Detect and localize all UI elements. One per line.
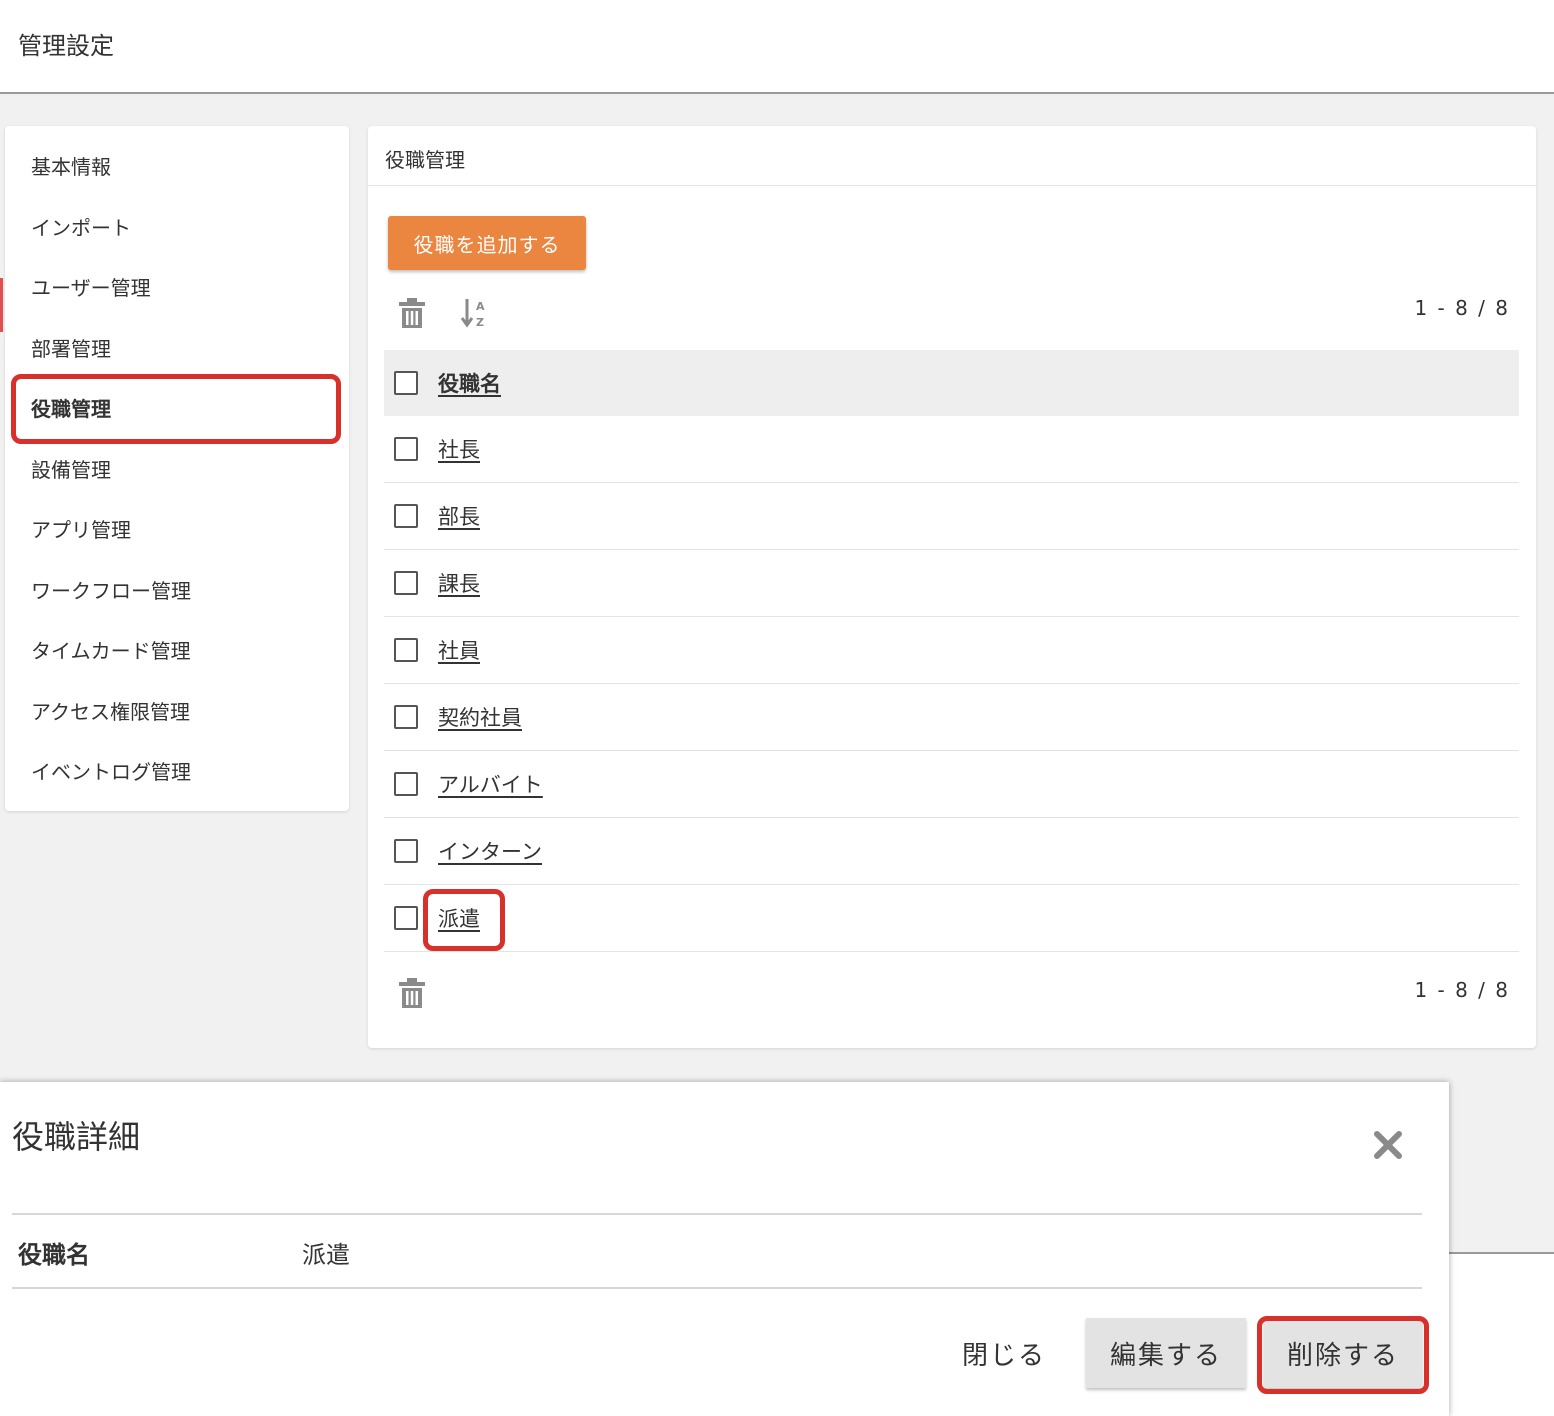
table-row: 契約社員 — [384, 684, 1519, 751]
panel-header: 役職管理 — [368, 126, 1536, 186]
pagination-top: 1 - 8 / 8 — [1414, 296, 1510, 320]
table-row: 社員 — [384, 617, 1519, 684]
row-link[interactable]: 派遣 — [438, 903, 480, 933]
trash-icon[interactable] — [397, 976, 427, 1010]
sidebar-item-positions[interactable]: 役職管理 — [5, 379, 349, 435]
row-checkbox[interactable] — [394, 906, 418, 930]
position-panel: 役職管理 役職を追加する A Z 1 - 8 / 8 役職名 社長 部長 課長 … — [368, 126, 1536, 1048]
panel-title: 役職管理 — [385, 148, 465, 172]
divider — [12, 1287, 1422, 1289]
position-detail-modal: 役職詳細 役職名 派遣 閉じる 編集する 削除する — [0, 1082, 1449, 1416]
row-checkbox[interactable] — [394, 571, 418, 595]
row-checkbox[interactable] — [394, 638, 418, 662]
sidebar-item-label: アプリ管理 — [31, 517, 131, 542]
column-header-position-name[interactable]: 役職名 — [438, 368, 501, 398]
modal-title: 役職詳細 — [12, 1118, 141, 1156]
sidebar-item-facilities[interactable]: 設備管理 — [5, 440, 349, 496]
sidebar-item-label: 基本情報 — [31, 154, 111, 179]
table-row: 部長 — [384, 483, 1519, 550]
sidebar-item-label: イベントログ管理 — [31, 759, 191, 784]
field-label-position-name: 役職名 — [18, 1241, 90, 1269]
sidebar-item-eventlog[interactable]: イベントログ管理 — [5, 742, 349, 798]
pagination-bottom: 1 - 8 / 8 — [1414, 978, 1510, 1002]
divider — [12, 1213, 1422, 1215]
sidebar-item-label: 役職管理 — [31, 396, 111, 421]
sidebar-item-workflow[interactable]: ワークフロー管理 — [5, 561, 349, 617]
row-link[interactable]: 社長 — [438, 434, 480, 464]
sidebar-item-import[interactable]: インポート — [5, 198, 349, 254]
trash-icon[interactable] — [397, 296, 427, 330]
svg-text:A: A — [476, 300, 485, 313]
top-bar: 管理設定 — [0, 0, 1554, 94]
row-link[interactable]: アルバイト — [438, 769, 543, 799]
close-icon[interactable] — [1371, 1128, 1405, 1162]
sidebar-item-label: ワークフロー管理 — [31, 578, 191, 603]
table-row: インターン — [384, 818, 1519, 885]
row-checkbox[interactable] — [394, 705, 418, 729]
sidebar-item-departments[interactable]: 部署管理 — [5, 319, 349, 375]
sidebar: 基本情報 インポート ユーザー管理 部署管理 役職管理 設備管理 アプリ管理 ワ… — [5, 126, 349, 811]
add-position-button[interactable]: 役職を追加する — [388, 216, 586, 270]
sidebar-item-label: インポート — [31, 215, 131, 240]
sidebar-item-label: 設備管理 — [31, 457, 111, 482]
row-link[interactable]: 契約社員 — [438, 702, 522, 732]
row-checkbox[interactable] — [394, 437, 418, 461]
page-title: 管理設定 — [18, 32, 114, 60]
sidebar-item-label: タイムカード管理 — [31, 638, 191, 663]
sort-alpha-icon[interactable]: A Z — [459, 296, 489, 330]
table-row: 派遣 — [384, 885, 1519, 952]
delete-button[interactable]: 削除する — [1264, 1318, 1422, 1388]
table-row: アルバイト — [384, 751, 1519, 818]
sidebar-item-label: 部署管理 — [31, 336, 111, 361]
sidebar-item-label: アクセス権限管理 — [31, 699, 190, 724]
select-all-checkbox[interactable] — [394, 371, 418, 395]
sidebar-item-timecard[interactable]: タイムカード管理 — [5, 621, 349, 677]
row-checkbox[interactable] — [394, 839, 418, 863]
row-link[interactable]: 部長 — [438, 501, 480, 531]
sidebar-item-apps[interactable]: アプリ管理 — [5, 500, 349, 556]
close-button[interactable]: 閉じる — [940, 1318, 1068, 1388]
sidebar-item-access[interactable]: アクセス権限管理 — [5, 682, 349, 738]
left-edge-marker — [0, 278, 3, 332]
field-value-position-name: 派遣 — [302, 1241, 350, 1269]
svg-text:Z: Z — [476, 316, 484, 329]
sidebar-item-users[interactable]: ユーザー管理 — [5, 258, 349, 314]
sidebar-item-label: ユーザー管理 — [31, 275, 151, 300]
row-link[interactable]: インターン — [438, 836, 542, 866]
edit-button[interactable]: 編集する — [1086, 1318, 1246, 1388]
page-background-area — [1440, 1252, 1554, 1416]
row-link[interactable]: 課長 — [438, 568, 480, 598]
row-link[interactable]: 社員 — [438, 635, 480, 665]
sidebar-item-basic-info[interactable]: 基本情報 — [5, 137, 349, 193]
row-checkbox[interactable] — [394, 772, 418, 796]
table-header: 役職名 — [384, 350, 1519, 416]
row-checkbox[interactable] — [394, 504, 418, 528]
table-row: 課長 — [384, 550, 1519, 617]
table-row: 社長 — [384, 416, 1519, 483]
